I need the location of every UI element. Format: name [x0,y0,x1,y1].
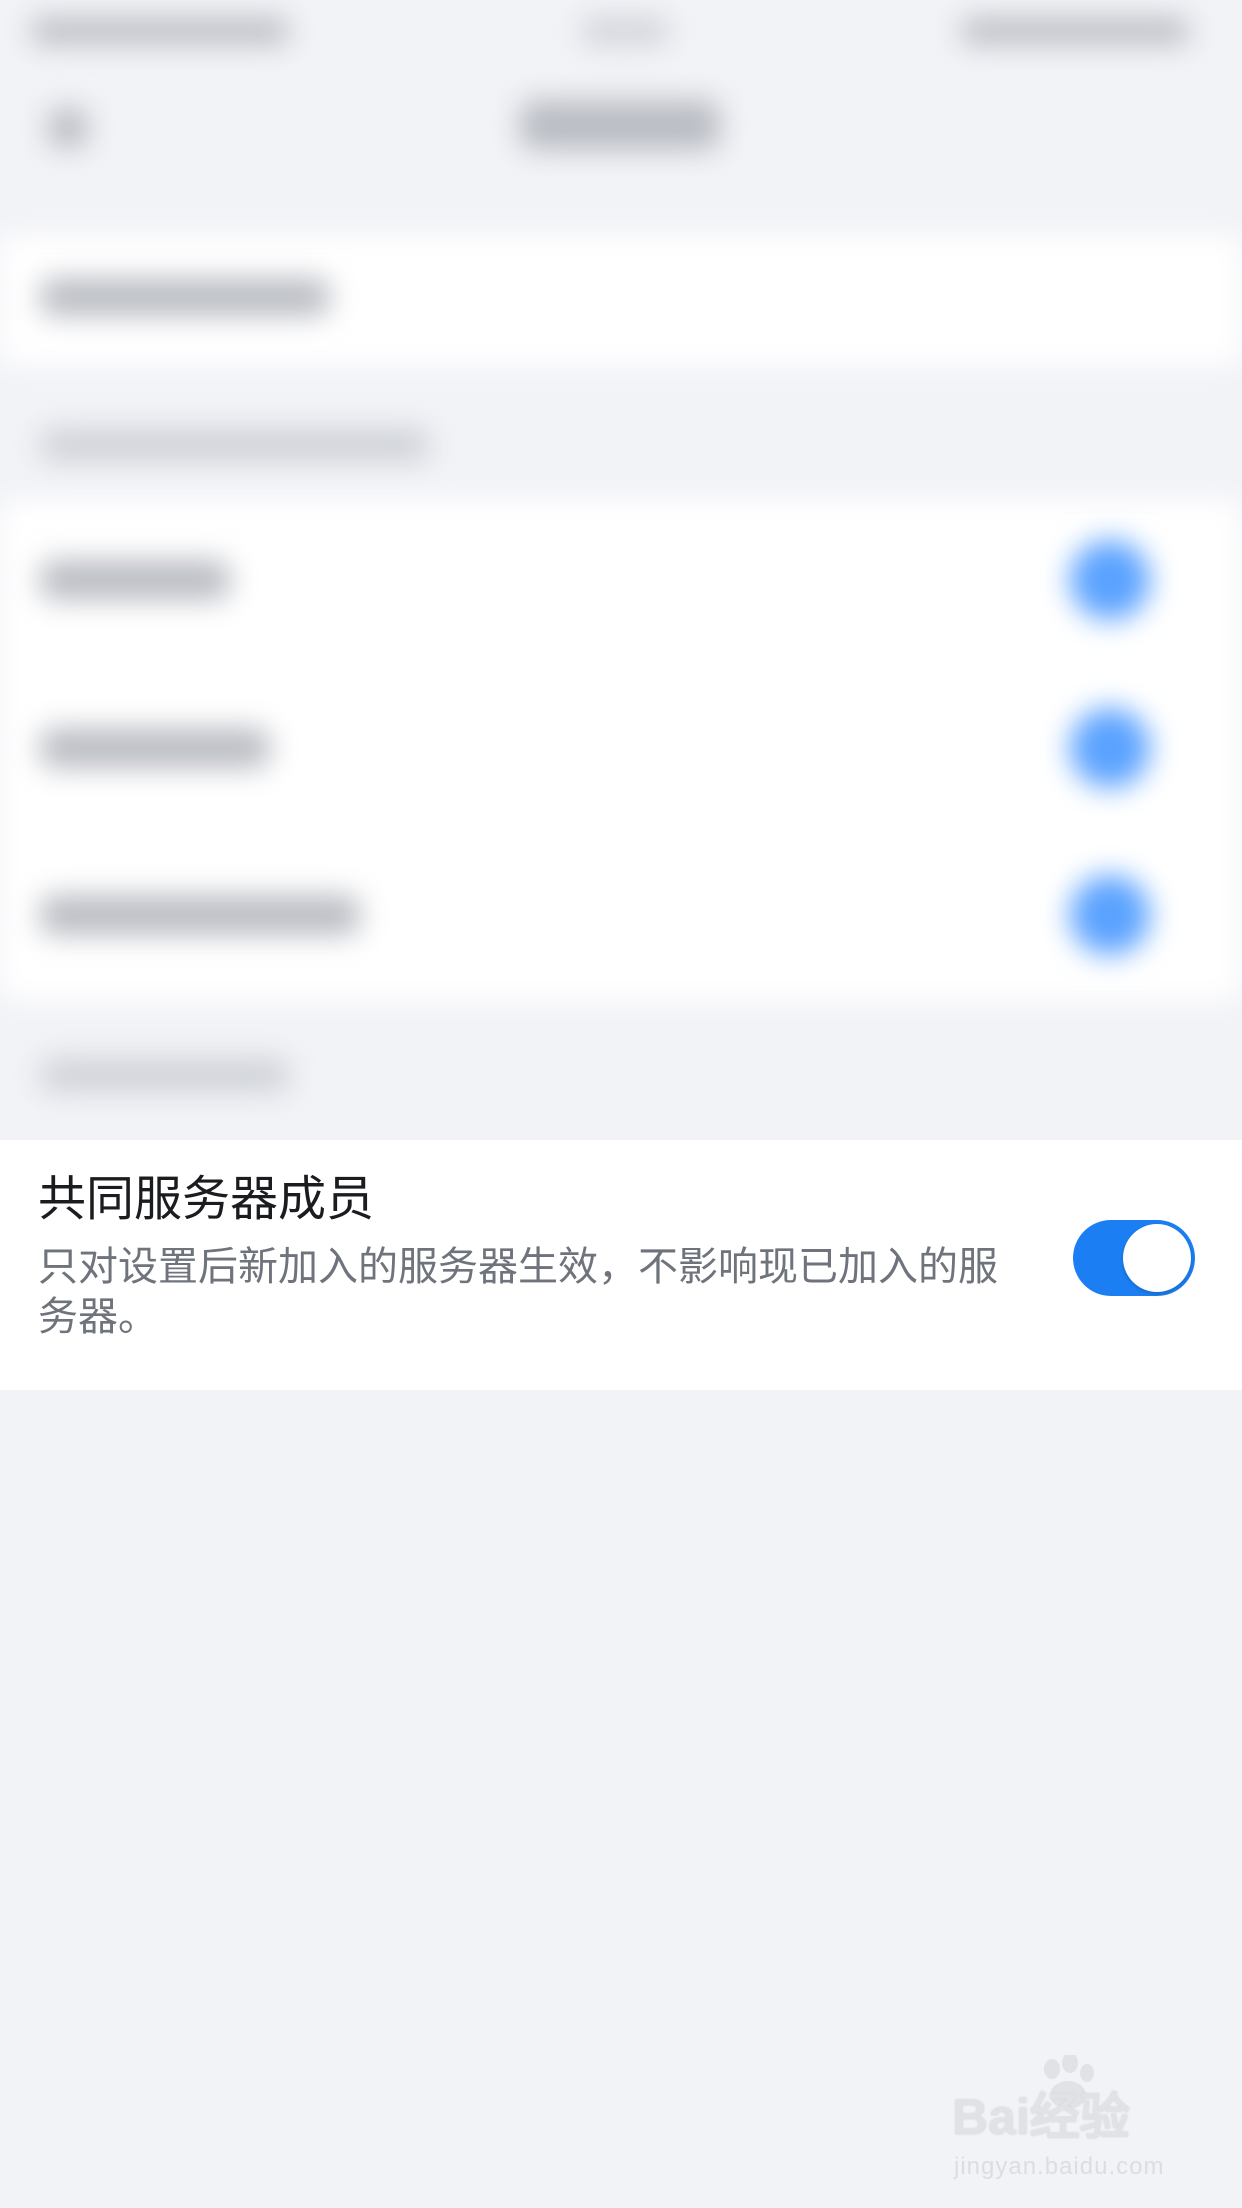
blurred-toggle[interactable] [1070,875,1150,955]
setting-title: 共同服务器成员 [38,1173,375,1226]
blurred-toggle[interactable] [1070,540,1150,620]
settings-screen: 共同服务器成员 只对设置后新加入的服务器生效，不影响现已加入的服务器。 Bai经… [0,0,1242,2208]
watermark-logo-text: Bai经验 [952,2089,1130,2145]
blurred-section-header [40,428,430,462]
blurred-toggle[interactable] [1070,708,1150,788]
back-icon[interactable] [48,108,88,148]
shared-server-members-toggle[interactable] [1073,1220,1195,1296]
status-bar-time [580,18,670,44]
setting-description: 只对设置后新加入的服务器生效，不影响现已加入的服务器。 [38,1245,998,1339]
watermark-url: jingyan.baidu.com [954,2153,1165,2180]
shared-server-members-row[interactable]: 共同服务器成员 只对设置后新加入的服务器生效，不影响现已加入的服务器。 [0,1140,1242,1390]
watermark-logo: Bai经验 [952,2055,1192,2145]
blurred-row-label [40,278,330,316]
blurred-row-label [40,728,270,768]
blurred-row-label [40,560,230,600]
toggle-knob[interactable] [1123,1224,1191,1292]
nav-title [520,100,720,150]
baidu-jingyan-watermark: Bai经验 jingyan.baidu.com [952,2055,1192,2195]
blurred-row-label [40,895,360,935]
status-bar-right [960,18,1190,44]
blurred-section-header [40,1058,290,1092]
status-bar-left [30,18,290,44]
